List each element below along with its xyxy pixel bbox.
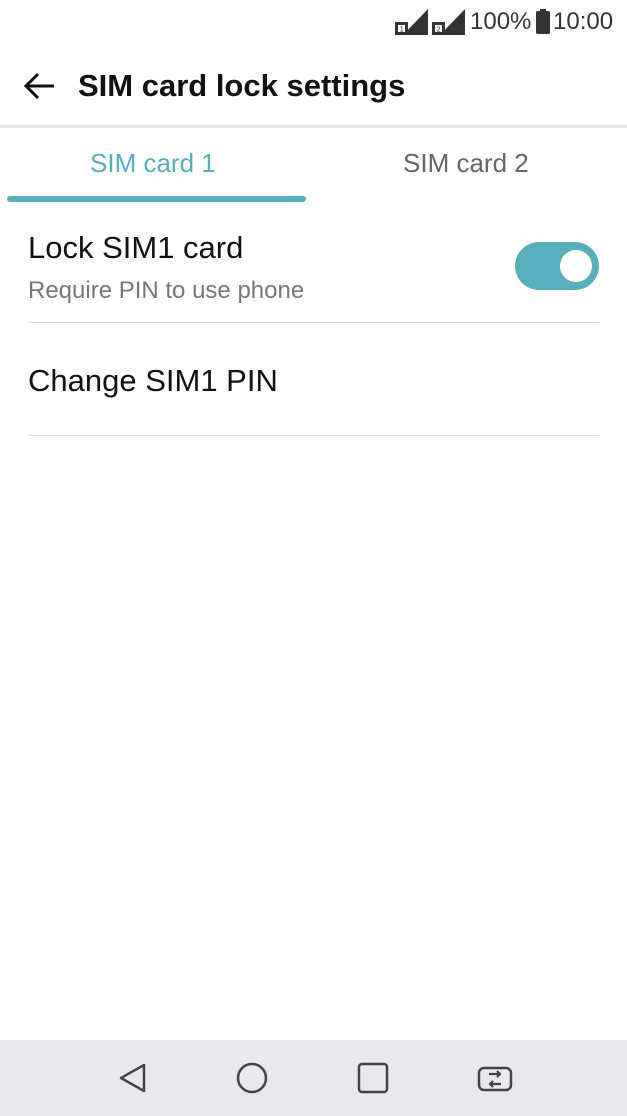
sim1-signal-icon: 1	[395, 9, 428, 35]
home-circle-icon[interactable]	[232, 1058, 272, 1098]
lock-sim-setting[interactable]: Lock SIM1 card Require PIN to use phone	[28, 203, 599, 323]
lock-sim-subtitle: Require PIN to use phone	[28, 277, 305, 304]
battery-icon	[536, 9, 550, 34]
change-pin-setting[interactable]: Change SIM1 PIN	[28, 324, 599, 434]
svg-text:2: 2	[437, 26, 441, 34]
back-triangle-icon[interactable]	[113, 1058, 153, 1098]
lock-sim-toggle[interactable]	[515, 242, 599, 290]
back-arrow-icon[interactable]	[20, 66, 60, 106]
dual-window-icon[interactable]	[475, 1058, 515, 1098]
row-divider	[28, 322, 599, 323]
page-title: SIM card lock settings	[78, 68, 406, 103]
clock: 10:00	[553, 8, 614, 35]
recents-square-icon[interactable]	[353, 1058, 393, 1098]
sim2-signal-icon: 2	[432, 9, 465, 35]
tab-sim-card-2[interactable]: SIM card 2	[403, 145, 529, 181]
app-bar: SIM card lock settings	[0, 46, 627, 126]
row-divider	[28, 435, 599, 436]
battery-percent: 100%	[470, 8, 532, 35]
toggle-knob	[560, 250, 592, 282]
tab-sim-card-1[interactable]: SIM card 1	[90, 145, 216, 181]
change-pin-title: Change SIM1 PIN	[28, 363, 278, 398]
tab-indicator	[7, 196, 306, 202]
status-bar: 1 2 100% 10:00	[0, 0, 627, 46]
header-divider	[0, 125, 627, 128]
svg-text:1: 1	[400, 26, 404, 34]
navigation-bar	[0, 1040, 627, 1116]
lock-sim-title: Lock SIM1 card	[28, 230, 244, 265]
